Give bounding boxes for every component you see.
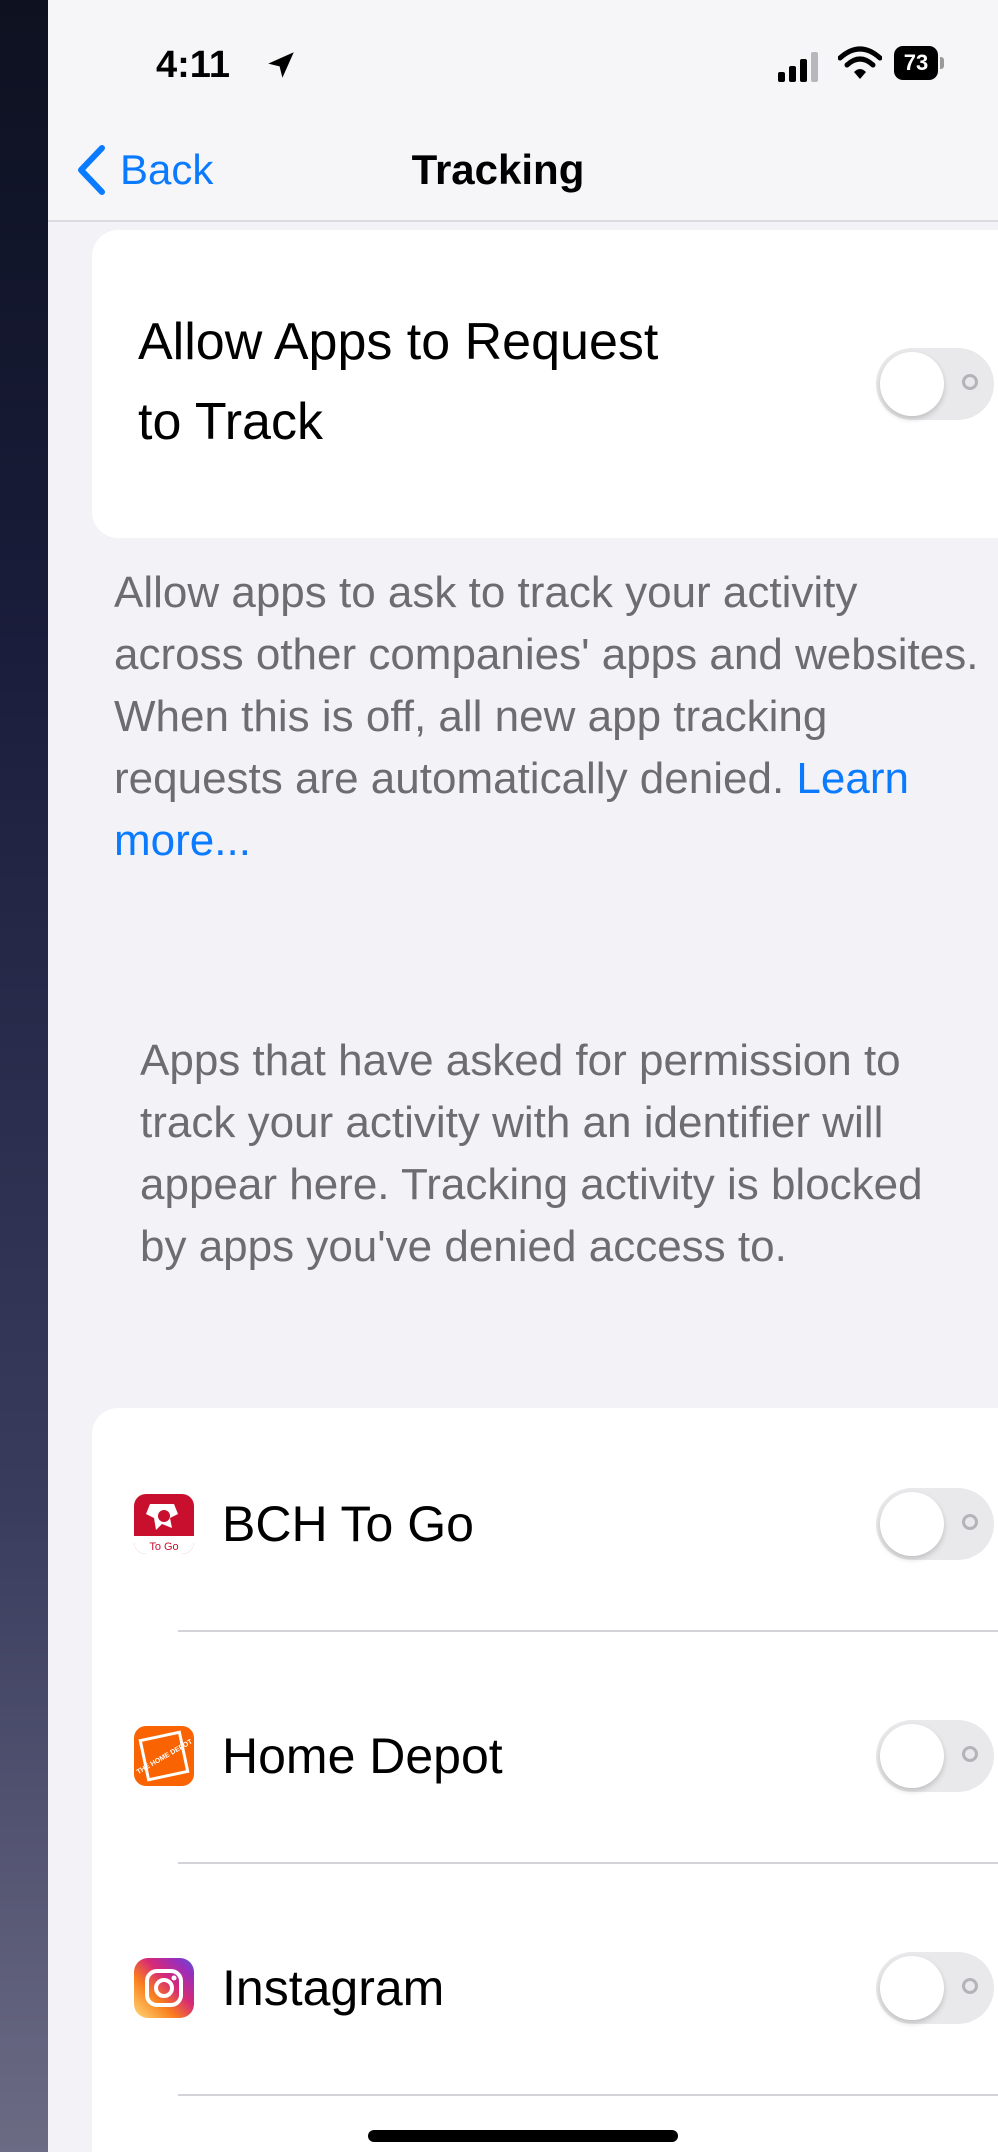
toggle-off-indicator xyxy=(962,1978,978,1994)
battery-icon: 73 xyxy=(894,46,944,80)
toggle-off-indicator xyxy=(962,1514,978,1530)
battery-cap xyxy=(940,57,944,69)
cellular-signal-icon xyxy=(778,52,818,82)
app-name: BCH To Go xyxy=(222,1496,474,1552)
navigation-bar: Tracking Back xyxy=(48,130,998,222)
bch-icon-text: To Go xyxy=(149,1541,178,1553)
apps-list: To Go BCH To Go THE HOME DEPOT Home Depo… xyxy=(92,1408,998,2152)
battery-level: 73 xyxy=(894,46,938,80)
list-item-instagram: Instagram xyxy=(92,1872,998,2104)
settings-screen: 4:11 73 Tracking Back Allow Apps to Requ… xyxy=(48,0,998,2152)
toggle-off-indicator xyxy=(962,1746,978,1762)
bch-to-go-toggle[interactable] xyxy=(876,1488,994,1560)
toggle-knob xyxy=(880,1956,944,2020)
screen: 4:11 73 Tracking Back Allow Apps to Requ… xyxy=(0,0,998,2152)
list-item-bch-to-go: To Go BCH To Go xyxy=(92,1408,998,1640)
allow-tracking-label: Allow Apps to Request to Track xyxy=(138,313,659,451)
bch-to-go-app-icon: To Go xyxy=(134,1494,194,1554)
row-divider xyxy=(178,1630,998,1632)
tracking-description: Allow apps to ask to track your activity… xyxy=(114,562,994,872)
app-name: Home Depot xyxy=(222,1728,503,1784)
toggle-knob xyxy=(880,1492,944,1556)
row-divider xyxy=(178,1862,998,1864)
instagram-app-icon xyxy=(134,1958,194,2018)
chevron-left-icon xyxy=(78,145,105,195)
home-depot-toggle[interactable] xyxy=(876,1720,994,1792)
allow-tracking-card: Allow Apps to Request to Track xyxy=(92,230,998,538)
back-button[interactable]: Back xyxy=(74,140,213,200)
app-name: Instagram xyxy=(222,1960,445,2016)
allow-tracking-toggle[interactable] xyxy=(876,348,994,420)
row-divider xyxy=(178,2094,998,2096)
toggle-knob xyxy=(880,1724,944,1788)
status-time: 4:11 xyxy=(156,44,230,86)
toggle-knob xyxy=(880,352,944,416)
instagram-toggle[interactable] xyxy=(876,1952,994,2024)
home-indicator[interactable] xyxy=(368,2130,678,2142)
toggle-off-indicator xyxy=(962,374,978,390)
apps-note: Apps that have asked for permission to t… xyxy=(140,1036,923,1271)
back-label: Back xyxy=(120,146,214,193)
location-arrow-icon xyxy=(268,52,294,78)
wifi-icon xyxy=(838,46,882,79)
list-item-home-depot: THE HOME DEPOT Home Depot xyxy=(92,1640,998,1872)
home-depot-app-icon: THE HOME DEPOT xyxy=(134,1726,194,1786)
status-bar: 4:11 73 xyxy=(48,0,998,130)
